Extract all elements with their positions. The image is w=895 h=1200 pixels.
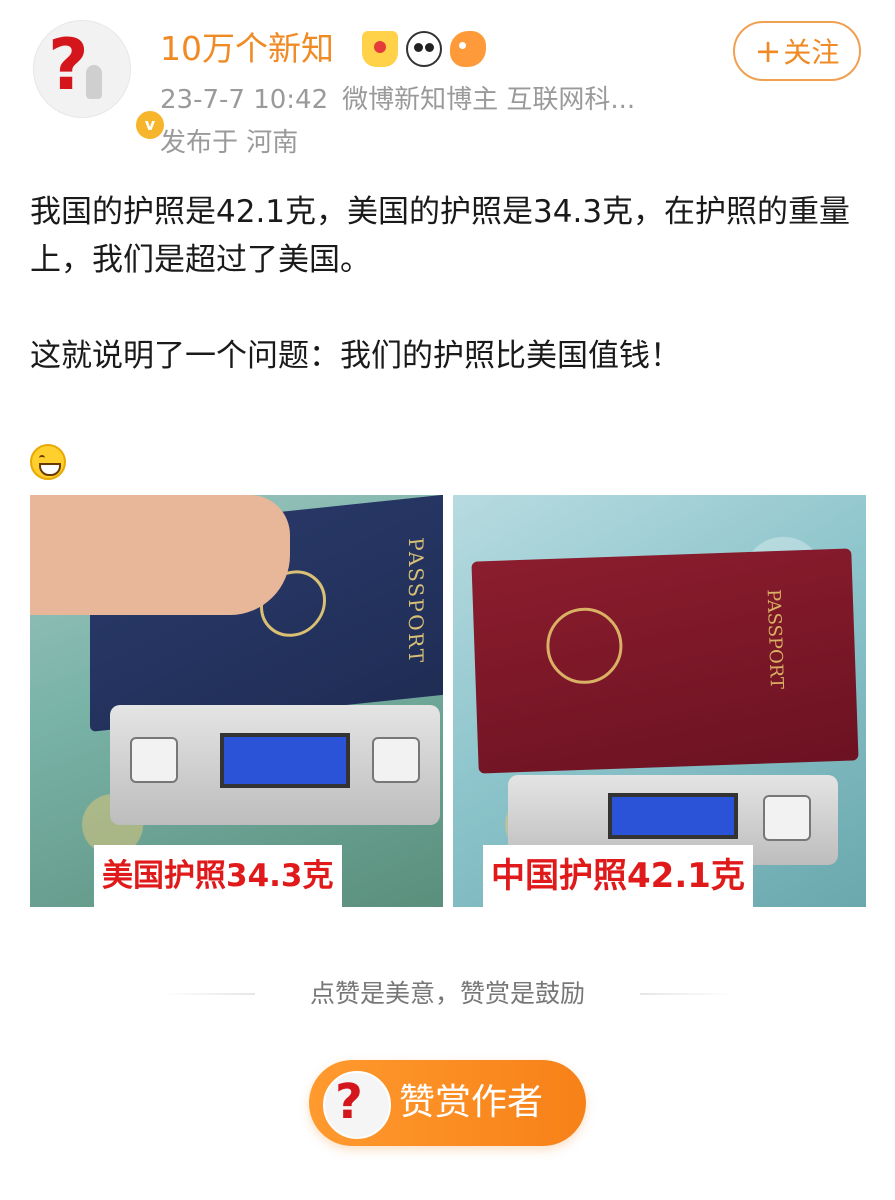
passport-word-mark: PASSPORT [762,588,788,690]
post-paragraph: 这就说明了一个问题：我们的护照比美国值钱！ [30,338,681,374]
scale-unit-button [130,737,178,783]
cn-passport-illustration: PASSPORT [471,548,859,774]
grin-emoji-icon [30,444,66,480]
author-badges [362,29,486,69]
scale-tare-button [763,795,811,841]
post-location: 发布于 河南 [160,128,299,158]
question-mark-figure-icon: ? [48,24,89,106]
post-text: 我国的护照是42.1克，美国的护照是34.3克，在护照的重量上，我们是超过了美国… [30,188,860,380]
weibo-post: ? v 10万个新知 23-7-7 10:42 微博新知博主 互联网科... 发布… [0,0,895,1200]
divider [640,993,735,995]
author-avatar[interactable]: ? v [33,20,166,141]
question-mark-figure-icon: ? [335,1074,363,1130]
crown-badge-icon[interactable] [362,31,398,67]
follow-label: 关注 [783,36,840,69]
post-image-cn-passport[interactable]: PASSPORT 中国护照42.1克 [453,495,866,907]
author-tags: 微博新知博主 互联网科... [342,85,636,115]
fish-icon[interactable] [450,31,486,67]
image-caption: 美国护照34.3克 [94,845,342,907]
avatar-figure [86,65,102,99]
scale-display [220,733,350,788]
national-emblem-icon [545,606,624,686]
reward-author-button[interactable]: ? 赞赏作者 [309,1060,586,1146]
author-name[interactable]: 10万个新知 [160,28,334,70]
plus-icon: + [754,32,782,70]
panda-icon[interactable] [406,31,442,67]
passport-word-mark: PASSPORT [404,536,428,666]
scale-illustration [110,705,440,825]
post-time: 23-7-7 10:42 [160,85,329,115]
post-image-us-passport[interactable]: PASSPORT 美国护照34.3克 [30,495,443,907]
post-paragraph: 我国的护照是42.1克，美国的护照是34.3克，在护照的重量上，我们是超过了美国… [30,194,851,278]
image-caption: 中国护照42.1克 [483,845,753,907]
hand-illustration [30,495,290,615]
scale-tare-button [372,737,420,783]
scale-display [608,793,738,839]
post-meta: 23-7-7 10:42 微博新知博主 互联网科... [160,82,649,118]
reward-slogan: 点赞是美意，赞赏是鼓励 [160,972,735,1016]
reward-button-label: 赞赏作者 [399,1082,544,1123]
author-avatar-small: ? [323,1071,391,1139]
follow-button[interactable]: +关注 [733,21,861,81]
